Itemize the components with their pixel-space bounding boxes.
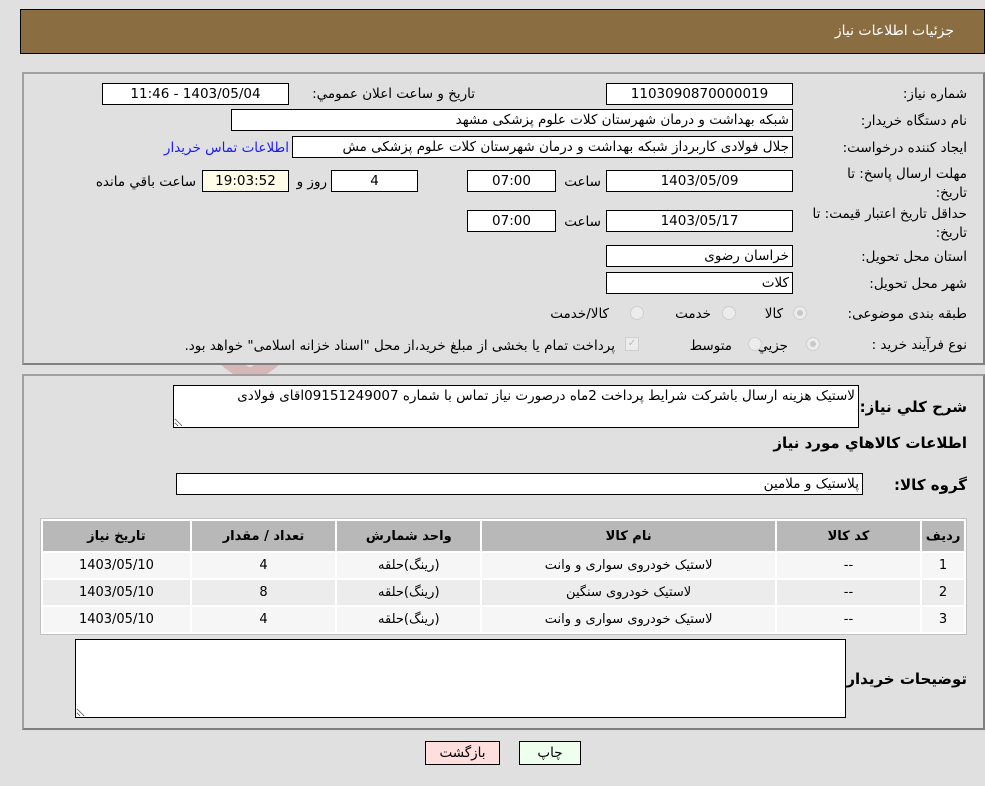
purchase-type-radio-minor[interactable] — [806, 337, 820, 351]
announce-datetime-label: تاریخ و ساعت اعلان عمومي: — [312, 86, 475, 102]
cell-item-code: -- — [776, 607, 921, 632]
buyer-org-label: نام دستگاه خريدار: — [860, 113, 967, 129]
reply-deadline-date-field: 1403/05/09 — [606, 170, 793, 192]
reply-deadline-time-label: ساعت — [564, 174, 601, 190]
cell-row-number: 1 — [922, 553, 964, 578]
col-quantity: تعداد / مقدار — [191, 521, 336, 551]
print-button[interactable]: چاپ — [519, 741, 581, 765]
col-item-name: نام کالا — [482, 521, 775, 551]
page-title: جزئیات اطلاعات نیاز — [834, 23, 954, 39]
cell-item-name: لاستیک خودروی سواری و وانت — [482, 553, 775, 578]
price-validity-date-field: 1403/05/17 — [606, 210, 793, 232]
description-textarea[interactable]: لاستیک هزینه ارسال باشرکت شرایط پرداخت 2… — [173, 385, 859, 428]
price-validity-time-label: ساعت — [564, 214, 601, 230]
purchase-type-label: نوع فرآيند خريد : — [871, 337, 967, 353]
requester-label: ايجاد کننده درخواست: — [842, 140, 967, 156]
price-validity-time-field: 07:00 — [467, 210, 556, 232]
table-row: 1 -- لاستیک خودروی سواری و وانت (رینگ)حل… — [43, 553, 964, 578]
delivery-province-label: استان محل تحويل: — [861, 249, 967, 265]
items-table-header: رديف کد کالا نام کالا واحد شمارش تعداد /… — [43, 521, 964, 551]
delivery-province-field: خراسان رضوی — [606, 245, 793, 267]
requester-field: جلال فولادی کاربرداز شبکه بهداشت و درمان… — [292, 136, 793, 158]
cell-need-date: 1403/05/10 — [43, 607, 190, 632]
remaining-time-label: ساعت باقي مانده — [95, 174, 196, 190]
remaining-days-field: 4 — [331, 170, 418, 192]
items-table: رديف کد کالا نام کالا واحد شمارش تعداد /… — [40, 518, 967, 635]
reply-deadline-label: مهلت ارسال پاسخ: تا تاریخ: — [847, 166, 967, 201]
buyer-notes-label: توضيحات خريدار: — [840, 670, 967, 688]
category-option-goods-service: کالا/خدمت — [550, 306, 609, 322]
col-unit: واحد شمارش — [337, 521, 481, 551]
items-heading: اطلاعات کالاهاي مورد نياز — [773, 434, 967, 452]
buyer-org-field: شبکه بهداشت و درمان شهرستان کلات علوم پز… — [231, 109, 793, 131]
col-item-code: کد کالا — [776, 521, 921, 551]
cell-item-code: -- — [776, 580, 921, 605]
buyer-contact-link[interactable]: اطلاعات تماس خريدار — [164, 140, 289, 156]
price-validity-label: حداقل تاریخ اعتبار قیمت: تا تاریخ: — [812, 206, 967, 241]
cell-item-name: لاستیک خودروی سواری و وانت — [482, 607, 775, 632]
back-button[interactable]: بازگشت — [425, 741, 500, 765]
cell-unit: (رینگ)حلقه — [337, 580, 481, 605]
treasury-checkbox[interactable]: ✓ — [625, 337, 639, 351]
need-number-label: شماره نیاز: — [902, 86, 967, 102]
cell-item-name: لاستیک خودروی سنگین — [482, 580, 775, 605]
category-radio-goods-service[interactable] — [630, 306, 644, 320]
purchase-type-option-minor: جزيي — [757, 338, 788, 354]
cell-item-code: -- — [776, 553, 921, 578]
delivery-city-label: شهر محل تحويل: — [869, 276, 967, 292]
table-row: 2 -- لاستیک خودروی سنگین (رینگ)حلقه 8 14… — [43, 580, 964, 605]
item-group-field: پلاستیک و ملامین — [176, 473, 863, 495]
category-label: طبقه بندی موضوعی: — [847, 306, 967, 322]
category-radio-goods[interactable] — [793, 306, 807, 320]
cell-quantity: 8 — [191, 580, 336, 605]
treasury-note: پرداخت تمام یا بخشی از مبلغ خرید،از محل … — [184, 338, 615, 354]
remaining-time-field: 19:03:52 — [202, 170, 289, 192]
category-option-service: خدمت — [675, 306, 711, 322]
announce-datetime-field: 1403/05/04 - 11:46 — [102, 83, 289, 105]
page-header: جزئیات اطلاعات نیاز — [20, 9, 985, 54]
col-need-date: تاريخ نياز — [43, 521, 190, 551]
item-group-label: گروه کالا: — [894, 476, 967, 494]
cell-row-number: 2 — [922, 580, 964, 605]
col-row-number: رديف — [922, 521, 964, 551]
category-option-goods: کالا — [764, 306, 783, 322]
purchase-type-radio-medium[interactable] — [748, 337, 762, 351]
purchase-type-option-medium: متوسط — [689, 338, 732, 354]
cell-quantity: 4 — [191, 607, 336, 632]
reply-deadline-time-field: 07:00 — [467, 170, 556, 192]
cell-need-date: 1403/05/10 — [43, 580, 190, 605]
cell-row-number: 3 — [922, 607, 964, 632]
cell-unit: (رینگ)حلقه — [337, 553, 481, 578]
table-row: 3 -- لاستیک خودروی سواری و وانت (رینگ)حل… — [43, 607, 964, 632]
description-label: شرح کلي نياز: — [859, 398, 967, 416]
need-number-field: 1103090870000019 — [606, 83, 793, 105]
cell-unit: (رینگ)حلقه — [337, 607, 481, 632]
cell-need-date: 1403/05/10 — [43, 553, 190, 578]
remaining-days-label: روز و — [296, 174, 327, 190]
delivery-city-field: کلات — [606, 272, 793, 294]
buyer-notes-textarea[interactable] — [75, 639, 846, 718]
cell-quantity: 4 — [191, 553, 336, 578]
category-radio-service[interactable] — [722, 306, 736, 320]
